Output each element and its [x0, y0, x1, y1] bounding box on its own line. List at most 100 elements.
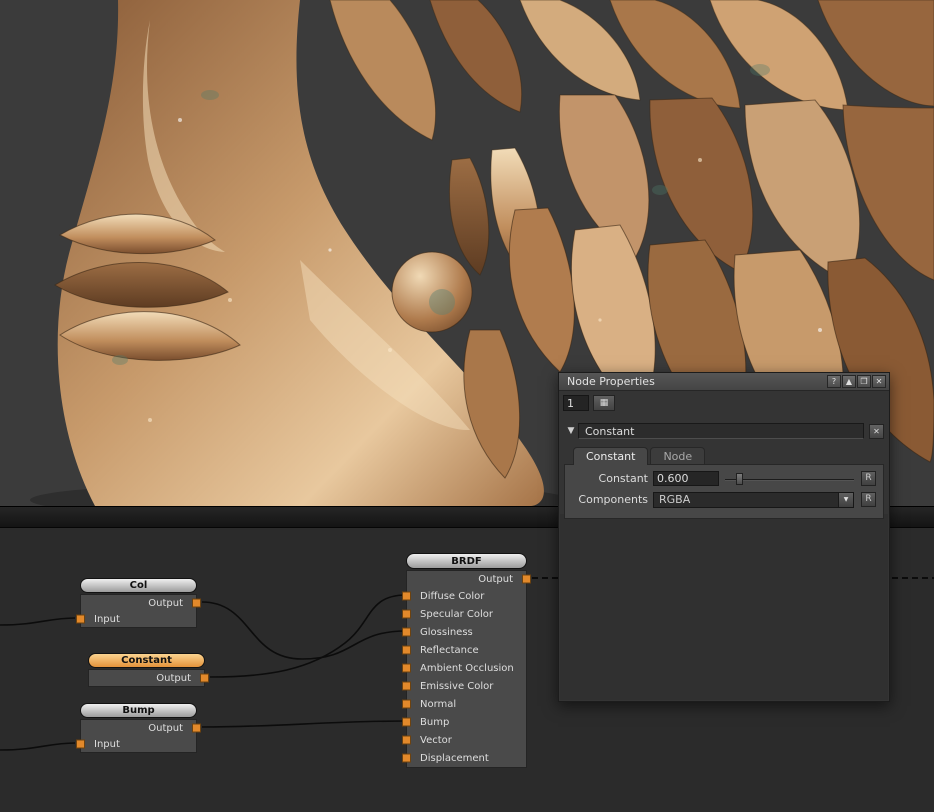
components-value: RGBA	[654, 493, 838, 506]
input-port[interactable]	[402, 664, 411, 673]
node-port-row[interactable]: Output	[81, 595, 196, 611]
node-port-row[interactable]: Specular Color	[407, 605, 526, 623]
input-port[interactable]	[402, 754, 411, 763]
input-port[interactable]	[402, 646, 411, 655]
constant-label: Constant	[565, 472, 653, 485]
section-close-icon[interactable]: ✕	[869, 424, 884, 439]
node-col-header[interactable]: Col	[80, 578, 197, 593]
node-constant[interactable]: Constant Output	[88, 653, 205, 687]
property-tabs: Constant Node	[573, 447, 889, 464]
node-brdf-title: BRDF	[451, 556, 481, 567]
wire-left-to-bump-input	[0, 743, 75, 750]
port-label: Input	[94, 739, 120, 750]
application-window: Col Output Input Constant Output	[0, 0, 934, 812]
input-port[interactable]	[76, 740, 85, 749]
port-label: Output	[148, 723, 183, 734]
port-label: Reflectance	[420, 645, 479, 656]
node-port-row[interactable]: Glossiness	[407, 623, 526, 641]
pin-icon[interactable]: ▲	[842, 375, 856, 388]
components-dropdown[interactable]: RGBA ▼	[653, 492, 854, 508]
node-constant-title: Constant	[121, 655, 172, 666]
constant-section-header[interactable]: ▼ Constant ✕	[564, 421, 884, 441]
node-bump-header[interactable]: Bump	[80, 703, 197, 718]
output-port[interactable]	[200, 674, 209, 683]
node-col-body: Output Input	[80, 594, 197, 628]
reset-constant-button[interactable]: R	[861, 471, 876, 486]
chevron-down-icon: ▼	[838, 493, 853, 507]
section-name: Constant	[578, 423, 864, 439]
port-label: Input	[94, 614, 120, 625]
node-bump-title: Bump	[122, 705, 154, 716]
constant-slider[interactable]	[725, 472, 854, 486]
node-port-row[interactable]: Ambient Occlusion	[407, 659, 526, 677]
node-properties-panel: Node Properties ? ▲ ❐ ✕ ▦ ▼ Constant ✕ C…	[558, 372, 890, 702]
wire-bump-to-bump	[202, 721, 406, 727]
node-port-row[interactable]: Input	[81, 736, 196, 752]
tab-node[interactable]: Node	[650, 447, 705, 464]
port-label: Specular Color	[420, 609, 493, 620]
detach-window-icon[interactable]: ❐	[857, 375, 871, 388]
node-bump[interactable]: Bump Output Input	[80, 703, 197, 753]
port-label: Output	[156, 673, 191, 684]
port-label: Emissive Color	[420, 681, 493, 692]
node-constant-body: Output	[88, 669, 205, 687]
input-port[interactable]	[402, 700, 411, 709]
port-label: Vector	[420, 735, 452, 746]
panel-toolbar: ▦	[559, 391, 889, 415]
node-port-row[interactable]: Output	[89, 670, 204, 686]
input-port[interactable]	[402, 718, 411, 727]
close-icon[interactable]: ✕	[872, 375, 886, 388]
input-port[interactable]	[76, 615, 85, 624]
panel-titlebar[interactable]: Node Properties ? ▲ ❐ ✕	[559, 373, 889, 391]
node-port-row[interactable]: Emissive Color	[407, 677, 526, 695]
panel-empty-area	[560, 514, 888, 700]
node-index-input[interactable]	[563, 395, 589, 411]
port-label: Output	[148, 598, 183, 609]
input-port[interactable]	[402, 592, 411, 601]
wire-col-to-glossiness	[202, 602, 406, 659]
node-port-row[interactable]: Reflectance	[407, 641, 526, 659]
node-brdf[interactable]: BRDF Output Diffuse Color Specular Color	[406, 553, 527, 768]
node-bump-body: Output Input	[80, 719, 197, 753]
constant-row: Constant R	[565, 468, 879, 489]
wire-constant-to-diffuse	[210, 595, 406, 677]
property-form: Constant R Components RGBA ▼ R	[564, 464, 884, 519]
output-port[interactable]	[192, 724, 201, 733]
help-icon[interactable]: ?	[827, 375, 841, 388]
tab-constant[interactable]: Constant	[573, 447, 648, 465]
constant-value-input[interactable]	[653, 471, 719, 486]
components-label: Components	[565, 493, 653, 506]
node-col-title: Col	[130, 580, 148, 591]
port-label: Displacement	[420, 753, 489, 764]
node-col[interactable]: Col Output Input	[80, 578, 197, 628]
wire-left-to-col-input	[0, 618, 75, 625]
port-label: Bump	[420, 717, 449, 728]
output-port[interactable]	[192, 599, 201, 608]
node-port-row[interactable]: Normal	[407, 695, 526, 713]
node-brdf-header[interactable]: BRDF	[406, 553, 527, 569]
port-label: Output	[478, 574, 513, 585]
panel-title: Node Properties	[567, 375, 826, 388]
node-port-row[interactable]: Input	[81, 611, 196, 627]
input-port[interactable]	[402, 628, 411, 637]
node-port-row[interactable]: Vector	[407, 731, 526, 749]
port-label: Glossiness	[420, 627, 473, 638]
input-port[interactable]	[402, 610, 411, 619]
node-port-row[interactable]: Output	[407, 571, 526, 587]
node-brdf-body: Output Diffuse Color Specular Color Glos…	[406, 570, 527, 768]
node-constant-header[interactable]: Constant	[88, 653, 205, 668]
input-port[interactable]	[402, 736, 411, 745]
port-label: Diffuse Color	[420, 591, 484, 602]
form-edit-icon[interactable]: ▦	[593, 395, 615, 411]
node-port-row[interactable]: Displacement	[407, 749, 526, 767]
node-port-row[interactable]: Bump	[407, 713, 526, 731]
port-label: Normal	[420, 699, 456, 710]
output-port[interactable]	[522, 575, 531, 584]
reset-components-button[interactable]: R	[861, 492, 876, 507]
port-label: Ambient Occlusion	[420, 663, 514, 674]
node-port-row[interactable]: Diffuse Color	[407, 587, 526, 605]
input-port[interactable]	[402, 682, 411, 691]
node-port-row[interactable]: Output	[81, 720, 196, 736]
slider-handle[interactable]	[736, 473, 743, 485]
collapse-icon[interactable]: ▼	[564, 426, 578, 436]
